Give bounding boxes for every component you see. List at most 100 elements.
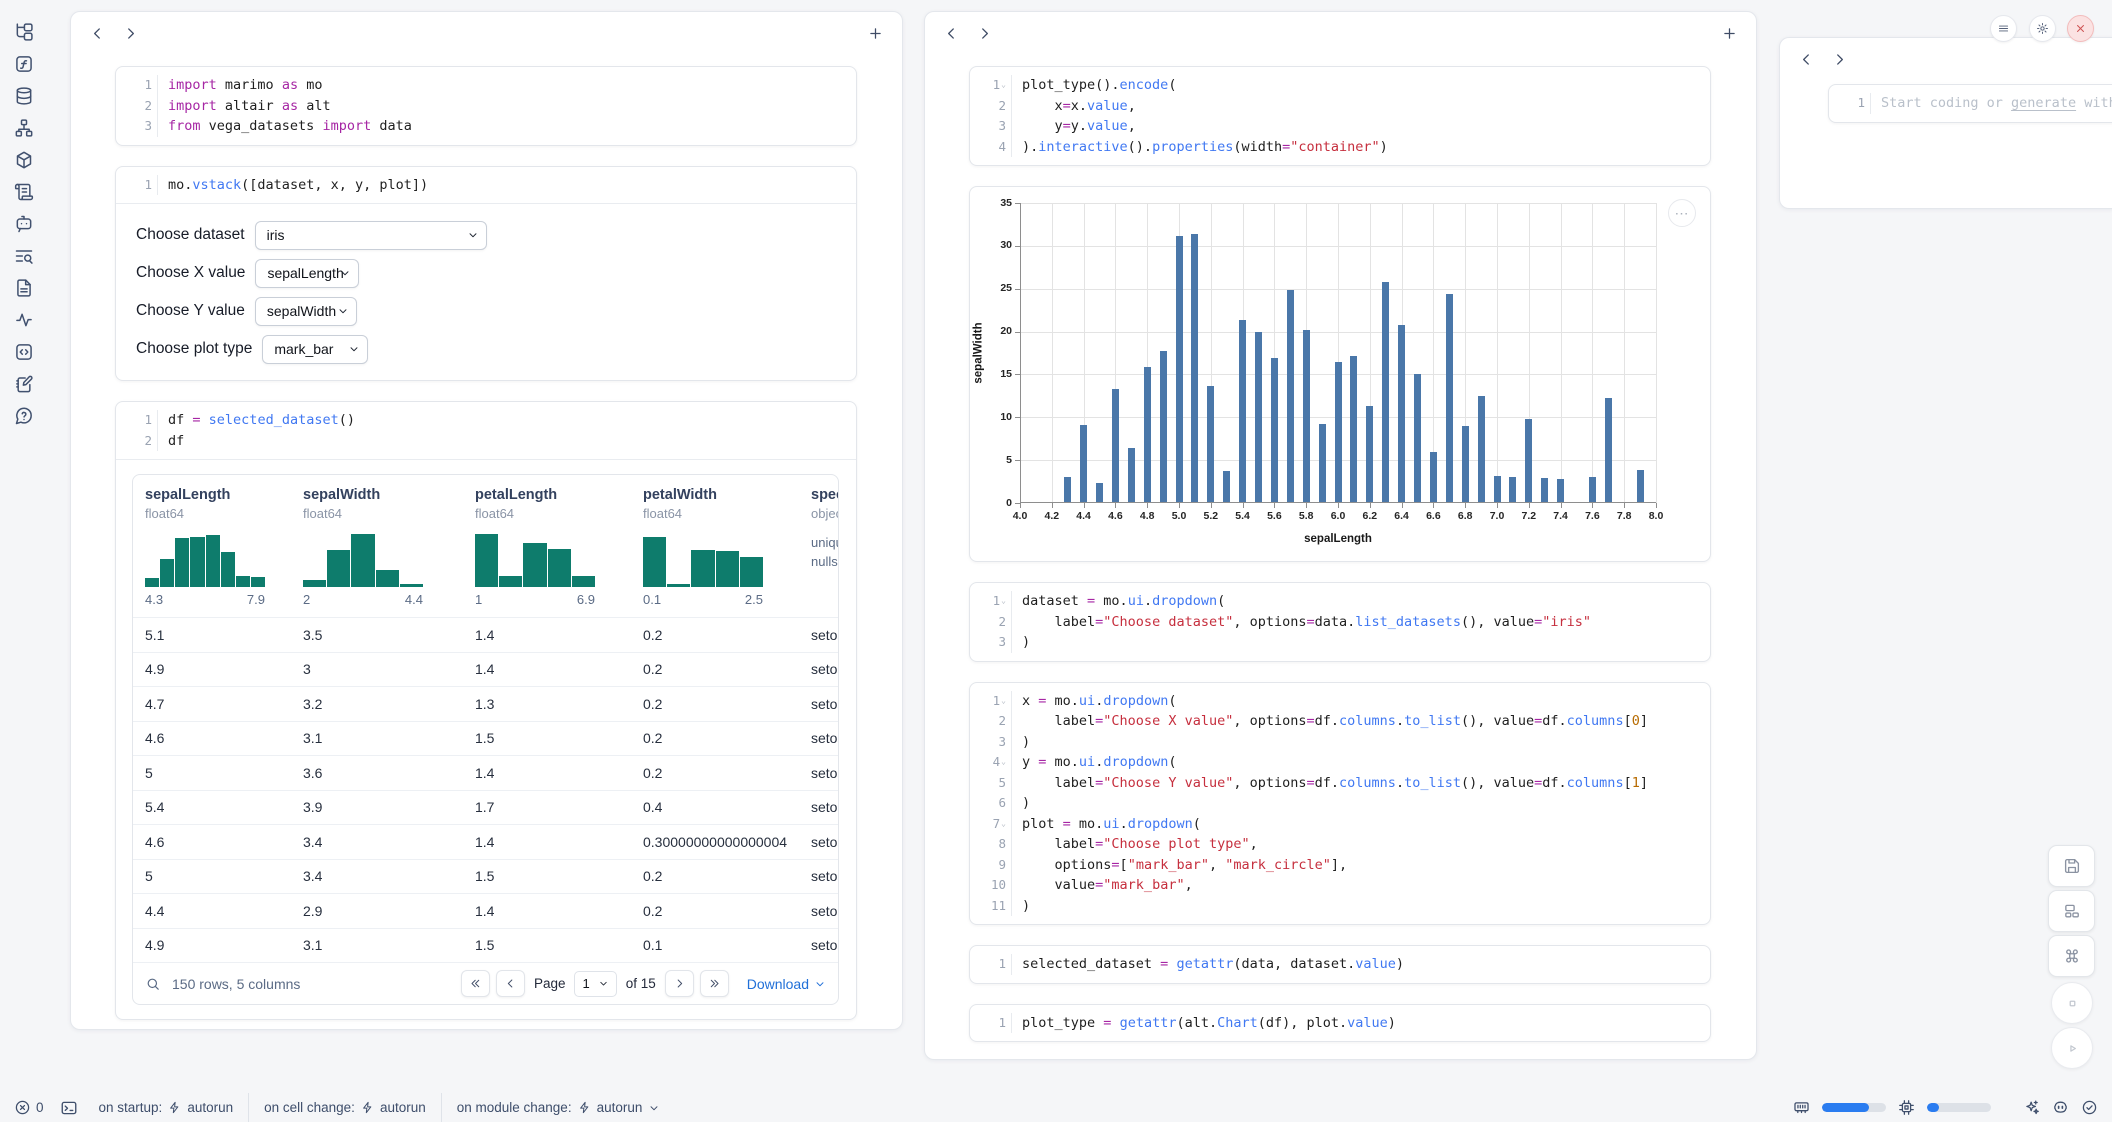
x-axis-title: sepalLength — [1304, 533, 1372, 545]
search-icon[interactable] — [145, 976, 161, 992]
scratch-cell-editor[interactable]: 1Start coding or generate with — [1829, 85, 2112, 122]
table-column-header[interactable]: petalLengthfloat6416.9 — [463, 487, 631, 617]
command-palette-button[interactable] — [2048, 935, 2095, 977]
chart-bar — [1303, 330, 1310, 503]
table-column-header[interactable]: speciesobjectunique:nulls: — [799, 487, 839, 617]
sidebar-text-search-icon[interactable] — [14, 246, 34, 266]
table-row[interactable]: 4.93.11.50.1setosa — [133, 928, 838, 963]
imports-cell-editor[interactable]: 1import marimo as mo2import altair as al… — [116, 67, 856, 145]
plot-type-cell-editor[interactable]: 1plot_type = getattr(alt.Chart(df), plot… — [970, 1005, 1710, 1042]
chevron-right-icon[interactable] — [122, 25, 139, 42]
sidebar-bot-icon[interactable] — [14, 214, 34, 234]
column-range: 24.4 — [303, 592, 423, 607]
chart-bar — [1366, 406, 1373, 503]
menu-button[interactable] — [1990, 15, 2017, 42]
y-value-select[interactable]: sepalWidth — [255, 297, 357, 326]
chart-bar — [1462, 426, 1469, 503]
xy-plot-dropdowns-cell-editor[interactable]: 1⌄x = mo.ui.dropdown(2 label="Choose X v… — [970, 683, 1710, 925]
selected-dataset-cell-editor[interactable]: 1selected_dataset = getattr(data, datase… — [970, 946, 1710, 983]
fold-marker-icon[interactable]: ⌄ — [1001, 81, 1006, 89]
table-row[interactable]: 4.63.41.40.30000000000000004setosa — [133, 824, 838, 859]
table-cell: 3.6 — [291, 765, 463, 781]
table-cell: setosa — [799, 765, 839, 781]
table-column-header[interactable]: sepalWidthfloat6424.4 — [291, 487, 463, 617]
fold-marker-icon[interactable]: ⌄ — [1001, 820, 1006, 828]
download-button[interactable]: Download — [747, 976, 826, 992]
sidebar-activity-icon[interactable] — [14, 310, 34, 330]
copilot-icon[interactable] — [2052, 1099, 2069, 1116]
add-cell-icon[interactable] — [1721, 25, 1738, 42]
table-header-row: sepalLengthfloat644.37.9sepalWidthfloat6… — [133, 475, 838, 617]
first-page-button[interactable] — [461, 970, 490, 997]
table-row[interactable]: 5.13.51.40.2setosa — [133, 617, 838, 652]
dataset-select[interactable]: iris — [255, 221, 487, 250]
sidebar-help-bubble-icon[interactable] — [14, 406, 34, 426]
stop-button[interactable] — [2051, 982, 2093, 1024]
sidebar-file-text-icon[interactable] — [14, 278, 34, 298]
sidebar-network-icon[interactable] — [14, 118, 34, 138]
y-tick-label: 10 — [982, 411, 1012, 423]
table-row[interactable]: 4.63.11.50.2setosa — [133, 721, 838, 756]
sidebar-scroll-text-icon[interactable] — [14, 182, 34, 202]
prev-page-button[interactable] — [496, 970, 525, 997]
fold-marker-icon[interactable]: ⌄ — [1001, 597, 1006, 605]
run-button[interactable] — [2051, 1027, 2093, 1069]
fold-marker-icon[interactable]: ⌄ — [1001, 697, 1006, 705]
next-page-button[interactable] — [665, 970, 694, 997]
table-cell: 5 — [133, 765, 291, 781]
column-type: object — [811, 506, 839, 521]
add-cell-icon[interactable] — [867, 25, 884, 42]
sidebar-database-icon[interactable] — [14, 86, 34, 106]
table-row[interactable]: 53.41.50.2setosa — [133, 859, 838, 894]
on-module-change-setting[interactable]: on module change: autorun — [441, 1093, 676, 1122]
layout-button[interactable] — [2048, 890, 2095, 932]
error-counter[interactable]: 0 — [14, 1099, 44, 1116]
sidebar-file-tree-icon[interactable] — [14, 22, 34, 42]
table-column-header[interactable]: petalWidthfloat640.12.5 — [631, 487, 799, 617]
chevron-right-icon[interactable] — [1831, 51, 1848, 68]
table-row[interactable]: 5.43.91.70.4setosa — [133, 790, 838, 825]
chevron-right-icon[interactable] — [976, 25, 993, 42]
close-button[interactable] — [2067, 15, 2094, 42]
chevron-left-icon[interactable] — [1798, 51, 1815, 68]
table-row[interactable]: 4.42.91.40.2setosa — [133, 893, 838, 928]
table-cell: 0.2 — [631, 730, 799, 746]
table-row[interactable]: 53.61.40.2setosa — [133, 755, 838, 790]
chevron-down-icon — [339, 267, 351, 279]
sidebar-box-icon[interactable] — [14, 150, 34, 170]
chart-plot[interactable]: 4.04.24.44.64.85.05.25.45.65.86.06.26.46… — [1020, 203, 1656, 503]
chevron-left-icon[interactable] — [89, 25, 106, 42]
settings-button[interactable] — [2029, 15, 2056, 42]
vstack-cell-editor[interactable]: 1mo.vstack([dataset, x, y, plot]) — [116, 167, 856, 204]
panel-scratch-right: 1Start coding or generate with — [1779, 37, 2112, 209]
dataset-dropdown-cell-editor[interactable]: 1⌄dataset = mo.ui.dropdown(2 label="Choo… — [970, 583, 1710, 661]
code-text: x=x.value, — [1012, 96, 1136, 117]
on-startup-setting[interactable]: on startup: autorun — [84, 1093, 249, 1122]
ai-sparkles-icon[interactable] — [2023, 1099, 2040, 1116]
chart-menu-button[interactable]: ⋯ — [1668, 199, 1696, 227]
sidebar-code-square-icon[interactable] — [14, 342, 34, 362]
fold-marker-icon[interactable]: ⌄ — [1001, 758, 1006, 766]
plot-type-select[interactable]: mark_bar — [262, 335, 368, 364]
table-column-header[interactable]: sepalLengthfloat644.37.9 — [133, 487, 291, 617]
control-row: Choose X valuesepalLength — [136, 258, 836, 288]
x-value-select[interactable]: sepalLength — [255, 259, 359, 288]
sidebar-function-square-icon[interactable] — [14, 54, 34, 74]
save-button[interactable] — [2048, 845, 2095, 887]
chart-bar — [1176, 236, 1183, 503]
table-row[interactable]: 4.73.21.30.2setosa — [133, 686, 838, 721]
connection-status-icon[interactable] — [2081, 1099, 2098, 1116]
table-row[interactable]: 4.931.40.2setosa — [133, 652, 838, 687]
table-cell: 0.2 — [631, 627, 799, 643]
page-select[interactable]: 1 — [574, 971, 616, 997]
dataframe-cell-editor[interactable]: 1df = selected_dataset()2df — [116, 402, 856, 459]
last-page-button[interactable] — [700, 970, 729, 997]
chevron-left-icon[interactable] — [943, 25, 960, 42]
sidebar-notebook-pen-icon[interactable] — [14, 374, 34, 394]
line-number: 3 — [116, 116, 158, 137]
plot-encode-cell-editor[interactable]: 1⌄plot_type().encode(2 x=x.value,3 y=y.v… — [970, 67, 1710, 165]
chart-bar — [1080, 425, 1087, 503]
on-cell-change-setting[interactable]: on cell change: autorun — [248, 1093, 441, 1122]
generate-link[interactable]: generate — [2011, 95, 2076, 111]
terminal-icon[interactable] — [60, 1099, 78, 1117]
